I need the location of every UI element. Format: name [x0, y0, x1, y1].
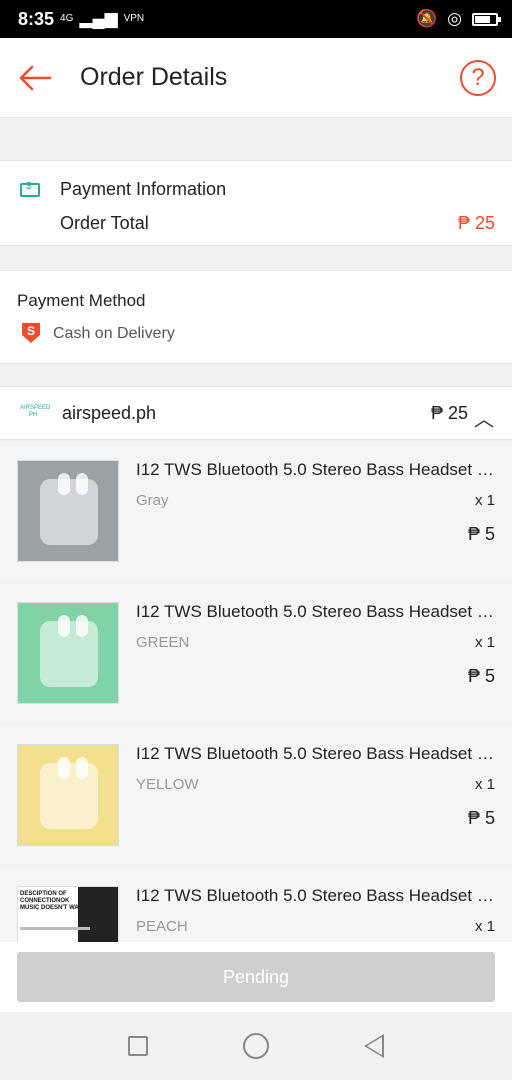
payment-information-section: Payment Information Order Total ₱ 25: [0, 160, 512, 246]
order-item[interactable]: I12 TWS Bluetooth 5.0 Stereo Bass Headse…: [0, 584, 512, 722]
product-image: [17, 460, 119, 562]
product-image: [17, 744, 119, 846]
shop-name[interactable]: airspeed.ph: [62, 403, 156, 424]
payment-method-title: Payment Method: [17, 291, 146, 310]
shop-total: ₱ 25: [430, 403, 468, 423]
system-nav-bar: [0, 1012, 512, 1080]
alarm-icon: ◎: [447, 9, 462, 28]
order-total-value: ₱ 25: [457, 213, 495, 233]
product-image: [17, 602, 119, 704]
product-price: ₱ 5: [467, 808, 495, 828]
home-icon[interactable]: [242, 1033, 269, 1059]
product-quantity: x 1: [474, 918, 495, 935]
mute-icon: 🔕: [415, 9, 438, 28]
payment-method-section: Payment Method Cash on Delivery: [0, 270, 512, 364]
back-triangle-icon[interactable]: [364, 1034, 385, 1058]
app-header: Order Details ?: [0, 38, 512, 118]
product-quantity: x 1: [474, 492, 495, 509]
payment-method-value: Cash on Delivery: [53, 325, 175, 342]
product-name: I12 TWS Bluetooth 5.0 Stereo Bass Headse…: [136, 602, 496, 621]
product-price: ₱ 5: [467, 666, 495, 686]
product-variant: Gray: [136, 492, 169, 509]
product-variant: YELLOW: [136, 776, 199, 793]
back-button[interactable]: [0, 38, 70, 118]
battery-icon: [472, 12, 501, 26]
vpn-icon: VPN: [123, 13, 145, 24]
product-name: I12 TWS Bluetooth 5.0 Stereo Bass Headse…: [136, 744, 496, 763]
back-arrow-icon: [19, 65, 52, 90]
chevron-up-icon[interactable]: ︿: [474, 403, 494, 432]
product-quantity: x 1: [474, 634, 495, 651]
order-item[interactable]: I12 TWS Bluetooth 5.0 Stereo Bass Headse…: [0, 442, 512, 580]
bottom-action-bar: Pending: [0, 942, 512, 1012]
pending-button[interactable]: Pending: [17, 952, 495, 1002]
signal-icon: 4G: [60, 13, 74, 24]
product-price: ₱ 5: [467, 524, 495, 544]
product-name: I12 TWS Bluetooth 5.0 Stereo Bass Headse…: [136, 460, 496, 479]
payment-info-title: Payment Information: [60, 179, 227, 199]
product-quantity: x 1: [474, 776, 495, 793]
status-left: 8:35 4G ▂▄▆ VPN: [18, 9, 144, 30]
payment-icon: [20, 181, 40, 197]
cash-on-delivery-icon: [22, 323, 40, 343]
order-total-label: Order Total: [60, 213, 149, 233]
status-right: 🔕 ◎: [415, 9, 501, 29]
product-variant: GREEN: [136, 634, 190, 651]
signal-bars-icon: ▂▄▆: [79, 9, 118, 28]
help-button[interactable]: ?: [460, 60, 496, 96]
order-item[interactable]: I12 TWS Bluetooth 5.0 Stereo Bass Headse…: [0, 726, 512, 864]
shop-logo: AIRSPEED PH: [20, 405, 51, 418]
shop-header[interactable]: AIRSPEED PH airspeed.ph ₱ 25 ︿: [0, 386, 512, 440]
order-item[interactable]: DESCIPTION OF CONNECTIONOK MUSIC DOESN'T…: [0, 868, 512, 942]
product-image: DESCIPTION OF CONNECTIONOK MUSIC DOESN'T…: [17, 886, 119, 942]
product-variant: PEACH: [136, 918, 188, 935]
page-title: Order Details: [80, 63, 228, 91]
recent-apps-icon[interactable]: [127, 1036, 148, 1056]
status-bar: 8:35 4G ▂▄▆ VPN 🔕 ◎: [0, 0, 512, 38]
product-name: I12 TWS Bluetooth 5.0 Stereo Bass Headse…: [136, 886, 496, 905]
status-time: 8:35: [18, 8, 55, 29]
